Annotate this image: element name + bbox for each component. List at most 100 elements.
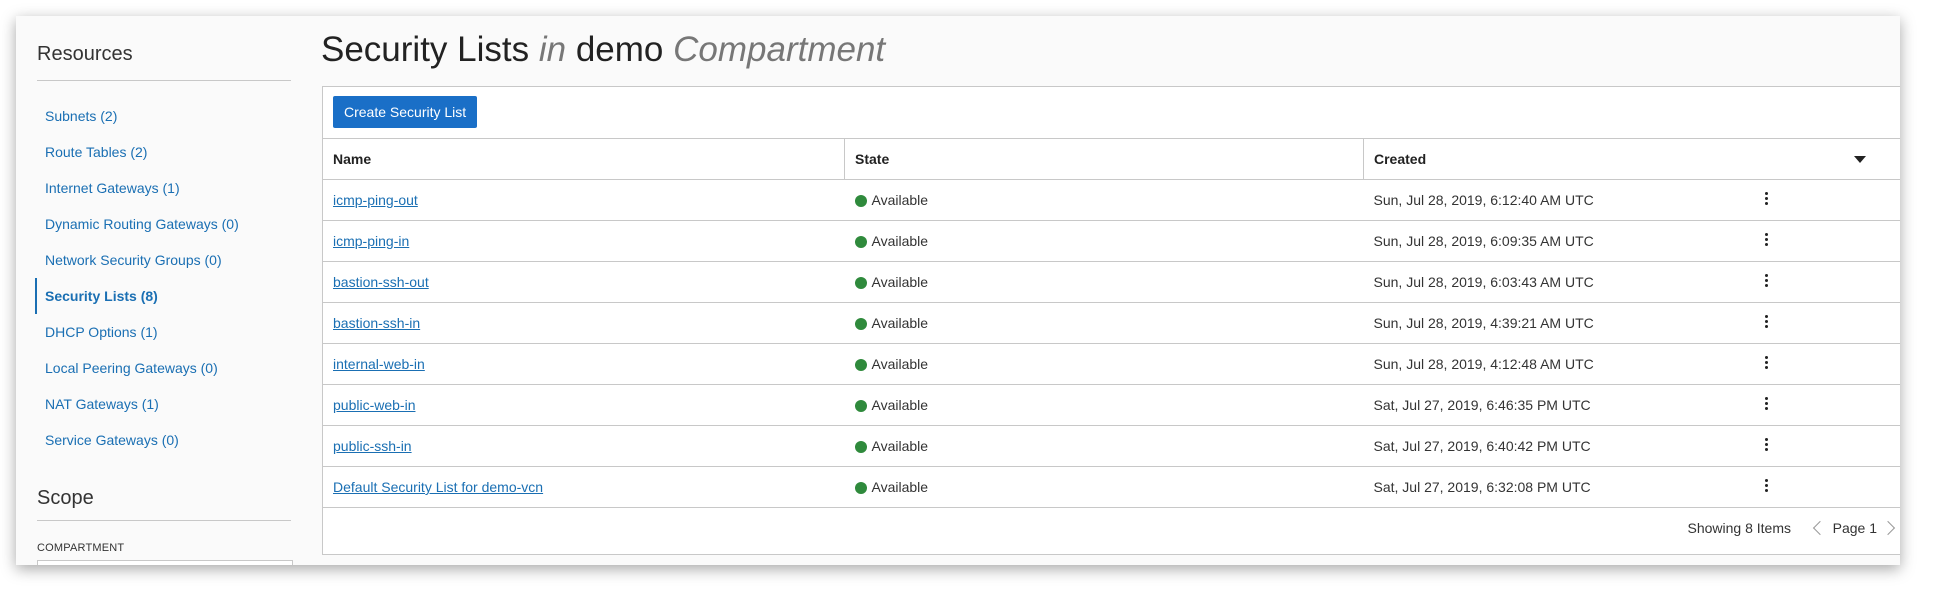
cell-created: Sun, Jul 28, 2019, 6:09:35 AM UTC <box>1363 220 1633 262</box>
table-footer: Showing 8 Items Page 1 <box>323 508 1900 548</box>
more-options-icon[interactable] <box>1765 313 1769 330</box>
more-options-icon[interactable] <box>1765 190 1769 207</box>
cell-created: Sun, Jul 28, 2019, 4:12:48 AM UTC <box>1363 343 1633 385</box>
cell-created: Sun, Jul 28, 2019, 6:12:40 AM UTC <box>1363 179 1633 221</box>
security-lists-panel: Create Security List Name State Created … <box>322 86 1900 555</box>
security-list-link[interactable]: public-web-in <box>333 397 415 413</box>
security-list-link[interactable]: icmp-ping-in <box>333 233 409 249</box>
status-available-icon <box>854 359 867 371</box>
more-options-icon[interactable] <box>1765 477 1769 494</box>
security-list-link[interactable]: icmp-ping-out <box>333 192 418 208</box>
table-header-row: Name State Created <box>323 139 1900 180</box>
security-list-link[interactable]: public-ssh-in <box>333 438 412 454</box>
scope-heading: Scope <box>37 487 94 509</box>
divider <box>37 520 291 521</box>
cell-state: Available <box>844 220 1364 262</box>
page-number: Page 1 <box>1832 520 1877 536</box>
sidebar-item-dhcp-options[interactable]: DHCP Options (1) <box>35 314 291 350</box>
compartment-select[interactable] <box>37 560 293 565</box>
row-actions-menu[interactable] <box>1632 179 1900 221</box>
state-label: Available <box>871 397 929 413</box>
row-actions-menu[interactable] <box>1632 261 1900 303</box>
row-actions-menu[interactable] <box>1632 425 1900 467</box>
state-label: Available <box>871 315 929 331</box>
column-header-created[interactable]: Created <box>1363 139 1900 180</box>
cell-created: Sat, Jul 27, 2019, 6:46:35 PM UTC <box>1363 384 1633 426</box>
cell-name: bastion-ssh-out <box>323 261 845 303</box>
page-title-in: in <box>538 30 567 69</box>
sidebar-item-local-peering-gateways[interactable]: Local Peering Gateways (0) <box>35 350 291 386</box>
state-label: Available <box>871 438 929 454</box>
sidebar-item-route-tables[interactable]: Route Tables (2) <box>35 134 291 170</box>
column-header-state[interactable]: State <box>844 139 1364 180</box>
sort-descending-icon[interactable] <box>1854 156 1866 163</box>
status-available-icon <box>854 400 867 412</box>
column-header-created-label: Created <box>1374 151 1427 167</box>
cell-state: Available <box>844 343 1364 385</box>
table-toolbar: Create Security List <box>323 87 1900 139</box>
resources-heading: Resources <box>37 43 133 65</box>
row-actions-menu[interactable] <box>1632 302 1900 344</box>
sidebar-item-dynamic-routing-gateways[interactable]: Dynamic Routing Gateways (0) <box>35 206 291 242</box>
sidebar-item-internet-gateways[interactable]: Internet Gateways (1) <box>35 170 291 206</box>
compartment-label: COMPARTMENT <box>37 542 125 554</box>
page-title: Security Lists in demo Compartment <box>321 30 885 70</box>
more-options-icon[interactable] <box>1765 436 1769 453</box>
cell-name: bastion-ssh-in <box>323 302 845 344</box>
cell-name: public-web-in <box>323 384 845 426</box>
chevron-left-icon[interactable] <box>1812 520 1827 536</box>
row-actions-menu[interactable] <box>1632 466 1900 508</box>
cell-created: Sat, Jul 27, 2019, 6:40:42 PM UTC <box>1363 425 1633 467</box>
column-header-name[interactable]: Name <box>323 139 845 180</box>
cell-state: Available <box>844 261 1364 303</box>
security-list-link[interactable]: bastion-ssh-out <box>333 274 429 290</box>
cell-name: internal-web-in <box>323 343 845 385</box>
table-row: icmp-ping-out Available Sun, Jul 28, 2019,… <box>323 179 1900 221</box>
resources-sidebar: Resources Subnets (2) Route Tables (2) I… <box>16 16 293 565</box>
table-row: Default Security List for demo-vcn Availa… <box>323 466 1900 508</box>
status-available-icon <box>854 441 867 453</box>
resources-nav: Subnets (2) Route Tables (2) Internet Ga… <box>35 98 291 458</box>
state-label: Available <box>871 233 929 249</box>
table-row: public-web-in Available Sat, Jul 27, 2019,… <box>323 384 1900 426</box>
table-row: bastion-ssh-in Available Sun, Jul 28, 2019… <box>323 302 1900 344</box>
sidebar-item-nat-gateways[interactable]: NAT Gateways (1) <box>35 386 291 422</box>
table-row: internal-web-in Available Sun, Jul 28, 201… <box>323 343 1900 385</box>
cell-state: Available <box>844 466 1364 508</box>
chevron-right-icon[interactable] <box>1880 520 1896 536</box>
status-available-icon <box>854 318 867 330</box>
console-window: Resources Subnets (2) Route Tables (2) I… <box>16 16 1900 565</box>
divider <box>37 80 291 81</box>
create-security-list-button[interactable]: Create Security List <box>333 96 478 128</box>
security-list-link[interactable]: Default Security List for demo-vcn <box>333 479 543 495</box>
cell-name: Default Security List for demo-vcn <box>323 466 845 508</box>
sidebar-item-service-gateways[interactable]: Service Gateways (0) <box>35 422 291 458</box>
cell-state: Available <box>844 425 1364 467</box>
status-available-icon <box>854 482 867 494</box>
more-options-icon[interactable] <box>1765 354 1769 371</box>
row-actions-menu[interactable] <box>1632 384 1900 426</box>
cell-created: Sat, Jul 27, 2019, 6:32:08 PM UTC <box>1363 466 1633 508</box>
cell-created: Sun, Jul 28, 2019, 6:03:43 AM UTC <box>1363 261 1633 303</box>
table-row: bastion-ssh-out Available Sun, Jul 28, 201… <box>323 261 1900 303</box>
status-available-icon <box>854 236 867 248</box>
page-title-main: Security Lists <box>321 30 530 69</box>
security-lists-table: Name State Created icmp-ping-out Availabl… <box>323 139 1900 508</box>
page-title-compartment-name: demo <box>575 30 664 69</box>
table-row: icmp-ping-in Available Sun, Jul 28, 2019, … <box>323 220 1900 262</box>
sidebar-item-network-security-groups[interactable]: Network Security Groups (0) <box>35 242 291 278</box>
more-options-icon[interactable] <box>1765 231 1769 248</box>
cell-name: public-ssh-in <box>323 425 845 467</box>
cell-name: icmp-ping-out <box>323 179 845 221</box>
item-count: Showing 8 Items <box>1687 520 1792 536</box>
row-actions-menu[interactable] <box>1632 220 1900 262</box>
security-list-link[interactable]: internal-web-in <box>333 356 425 372</box>
more-options-icon[interactable] <box>1765 395 1769 412</box>
sidebar-item-security-lists[interactable]: Security Lists (8) <box>35 278 291 314</box>
more-options-icon[interactable] <box>1765 272 1769 289</box>
cell-state: Available <box>844 179 1364 221</box>
sidebar-item-subnets[interactable]: Subnets (2) <box>35 98 291 134</box>
row-actions-menu[interactable] <box>1632 343 1900 385</box>
security-list-link[interactable]: bastion-ssh-in <box>333 315 420 331</box>
state-label: Available <box>871 479 929 495</box>
